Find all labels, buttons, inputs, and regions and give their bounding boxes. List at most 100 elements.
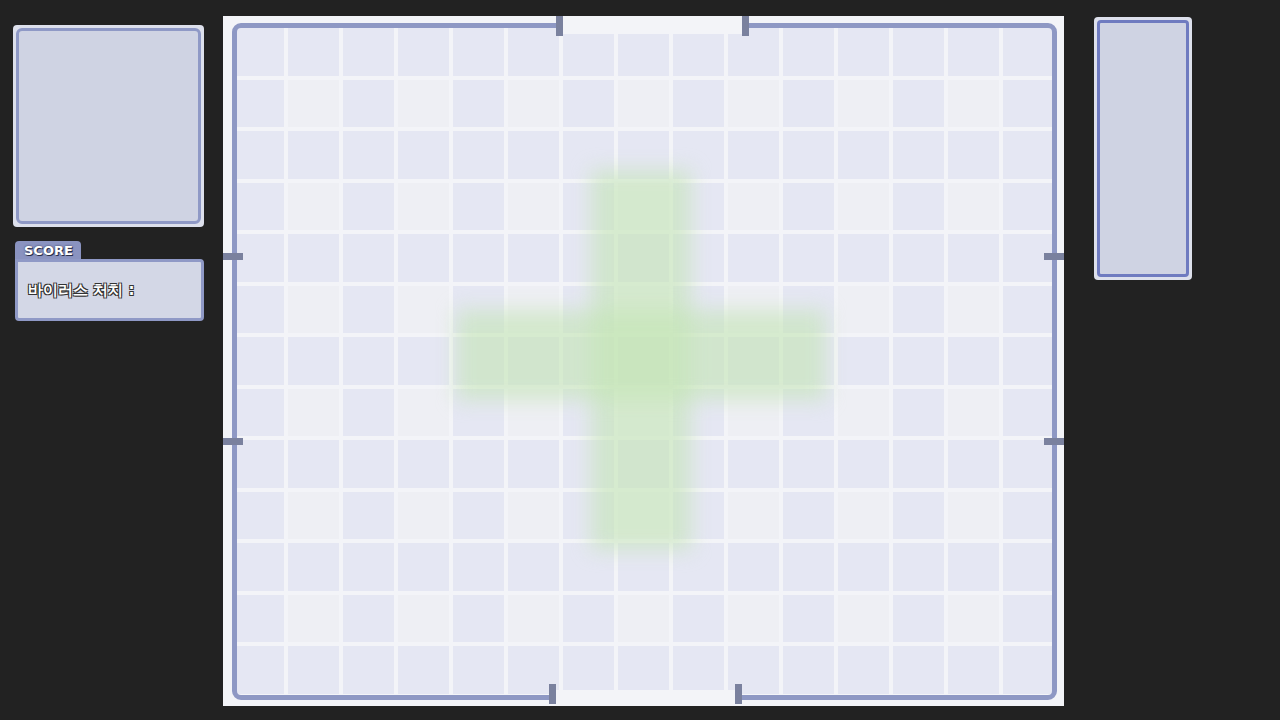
- board-cell: [893, 337, 944, 385]
- board-cell: [288, 183, 339, 231]
- board-cell: [453, 543, 504, 591]
- game-screen: SCORE 바이러스 처치 :: [0, 0, 1280, 720]
- board-cell: [563, 389, 614, 437]
- board-cell: [453, 234, 504, 282]
- score-body: 바이러스 처치 :: [15, 259, 204, 321]
- board-cell: [563, 337, 614, 385]
- board-cell: [783, 440, 834, 488]
- board-cell: [948, 286, 999, 334]
- board-cell: [618, 389, 669, 437]
- board-cell: [948, 389, 999, 437]
- board-cell: [398, 440, 449, 488]
- board-cell: [343, 80, 394, 128]
- board-cell: [1003, 646, 1054, 694]
- board-cell: [233, 80, 284, 128]
- board-cell: [893, 646, 944, 694]
- board-cell: [398, 286, 449, 334]
- board-cell: [1003, 492, 1054, 540]
- board-cell: [893, 131, 944, 179]
- board-cell: [288, 389, 339, 437]
- board-cell: [673, 389, 724, 437]
- board-cell: [783, 286, 834, 334]
- board-cell: [838, 440, 889, 488]
- board-cell: [563, 183, 614, 231]
- board-cell: [673, 80, 724, 128]
- board-cell: [948, 543, 999, 591]
- board-cell: [343, 492, 394, 540]
- board-cell: [343, 131, 394, 179]
- board-cell: [838, 183, 889, 231]
- board-cell: [563, 492, 614, 540]
- board-cell: [508, 543, 559, 591]
- bottom-opening: [555, 690, 738, 704]
- board-cell: [728, 80, 779, 128]
- board-cell: [343, 286, 394, 334]
- board-cell: [783, 389, 834, 437]
- board-cell: [783, 646, 834, 694]
- board-cell: [233, 389, 284, 437]
- board-cell: [893, 80, 944, 128]
- board-cell: [398, 543, 449, 591]
- board-cell: [1003, 286, 1054, 334]
- board-cell: [838, 28, 889, 76]
- board-cell: [893, 234, 944, 282]
- board-cell: [838, 131, 889, 179]
- board-cell: [783, 131, 834, 179]
- board-cell: [728, 234, 779, 282]
- virus-kill-label: 바이러스 처치 :: [28, 281, 134, 299]
- board-cell: [508, 389, 559, 437]
- board-cell: [948, 440, 999, 488]
- board-cell: [398, 131, 449, 179]
- cross-shape: [223, 16, 1064, 706]
- board-cell: [838, 543, 889, 591]
- board-cell: [783, 492, 834, 540]
- score-panel: SCORE 바이러스 처치 :: [15, 240, 204, 321]
- board-cell: [398, 337, 449, 385]
- board-cell: [563, 131, 614, 179]
- board-cell: [673, 440, 724, 488]
- board-cell: [728, 595, 779, 643]
- board-cell: [618, 234, 669, 282]
- board-cell: [673, 28, 724, 76]
- board-cell: [563, 595, 614, 643]
- board-cell: [783, 543, 834, 591]
- board-cell: [728, 543, 779, 591]
- board-cell: [453, 337, 504, 385]
- board-cell: [508, 492, 559, 540]
- board-cell: [508, 234, 559, 282]
- board-cell: [453, 183, 504, 231]
- board-cell: [893, 389, 944, 437]
- board-cell: [673, 183, 724, 231]
- board-cell: [453, 286, 504, 334]
- top-opening: [562, 20, 745, 34]
- board-cell: [288, 80, 339, 128]
- board-cell: [783, 595, 834, 643]
- board-cell: [233, 492, 284, 540]
- board-cell: [1003, 80, 1054, 128]
- board-cell: [563, 234, 614, 282]
- board-cell: [453, 595, 504, 643]
- board-cell: [948, 183, 999, 231]
- board-cell: [233, 595, 284, 643]
- board-cell: [343, 646, 394, 694]
- board-cell: [618, 286, 669, 334]
- board-cell: [398, 28, 449, 76]
- board-cell: [508, 131, 559, 179]
- board-cell: [673, 595, 724, 643]
- board-cell: [288, 337, 339, 385]
- board-cell: [893, 595, 944, 643]
- board-cell: [343, 183, 394, 231]
- board-cell: [1003, 389, 1054, 437]
- board-cell: [1003, 543, 1054, 591]
- board-cell: [673, 492, 724, 540]
- board-cell: [398, 492, 449, 540]
- board-cell: [453, 646, 504, 694]
- board-cell: [948, 337, 999, 385]
- board-cell: [618, 131, 669, 179]
- board-cell: [453, 80, 504, 128]
- board-cell: [838, 646, 889, 694]
- board-cell: [508, 28, 559, 76]
- board-cell: [508, 440, 559, 488]
- board-cell: [948, 595, 999, 643]
- board-cell: [838, 492, 889, 540]
